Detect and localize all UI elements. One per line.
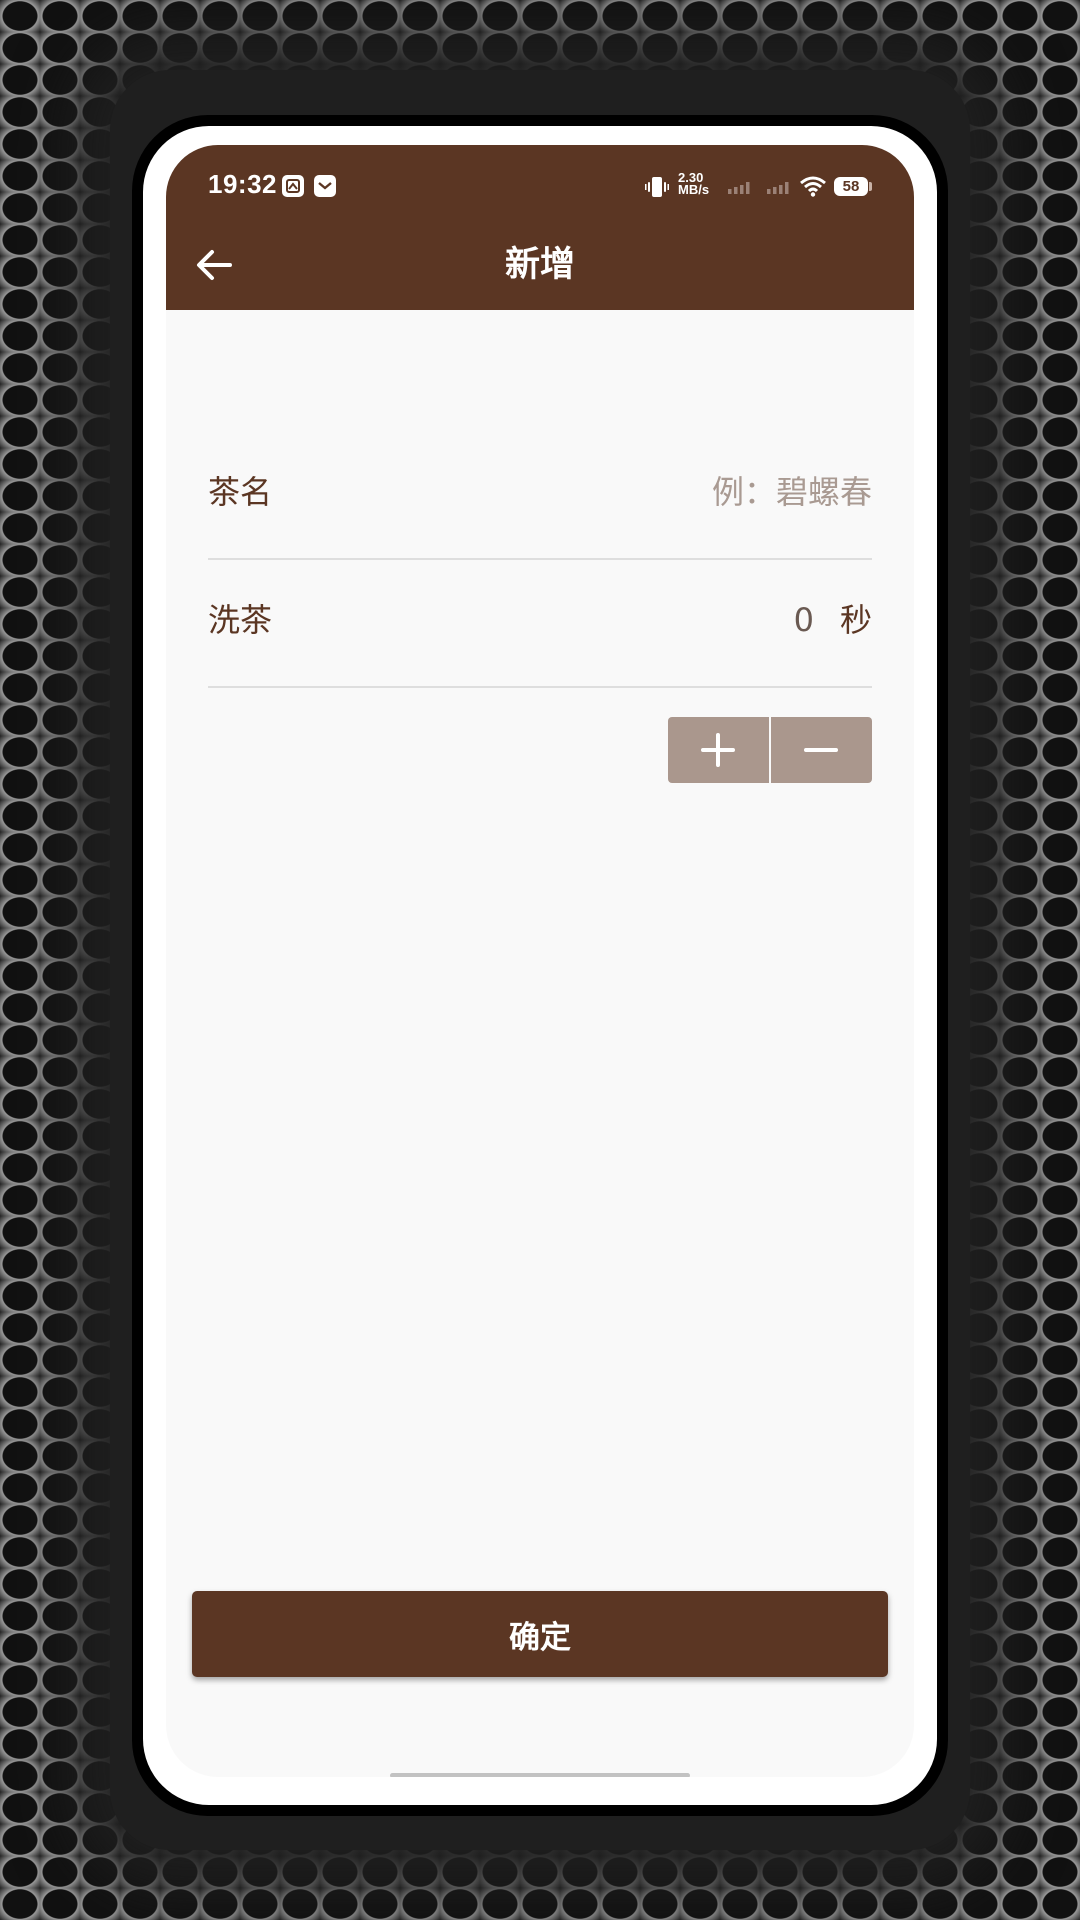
tea-name-label: 茶名 (208, 473, 273, 511)
wash-tea-value-group: 0秒 (794, 598, 872, 642)
status-time: 19:32 (208, 169, 277, 199)
decrement-button[interactable] (771, 717, 872, 783)
app-bar: 19:32 2.30 MB/s 58 新增 (166, 145, 914, 310)
vibrate-icon (645, 177, 669, 197)
mail-icon (314, 175, 336, 197)
plus-icon (701, 733, 735, 767)
seconds-stepper (668, 717, 872, 783)
minus-icon (804, 748, 838, 752)
confirm-button[interactable]: 确定 (192, 1591, 888, 1677)
app-screen: 19:32 2.30 MB/s 58 新增 茶名 例：碧螺春 洗茶 0 秒 确定 (166, 145, 914, 1777)
wash-tea-row: 洗茶 0秒 (208, 558, 872, 688)
wash-tea-label: 洗茶 (208, 601, 273, 639)
increment-button[interactable] (668, 717, 769, 783)
wash-tea-seconds-value[interactable]: 0 (794, 601, 814, 639)
tea-name-input[interactable] (512, 468, 872, 516)
battery-icon: 58 (834, 177, 868, 196)
network-speed-unit: MB/s (678, 182, 710, 197)
tea-name-row: 茶名 (208, 430, 872, 560)
page-title: 新增 (504, 245, 575, 285)
battery-tip (869, 182, 872, 191)
wash-tea-unit: 秒 (839, 601, 872, 639)
home-indicator[interactable] (390, 1773, 690, 1777)
wifi-icon (800, 176, 826, 197)
signal-icon-2 (767, 182, 789, 194)
network-speed: 2.30 MB/s (678, 171, 710, 197)
gallery-icon (282, 175, 304, 197)
signal-icon (728, 182, 750, 194)
status-bar: 19:32 2.30 MB/s 58 (166, 145, 914, 225)
